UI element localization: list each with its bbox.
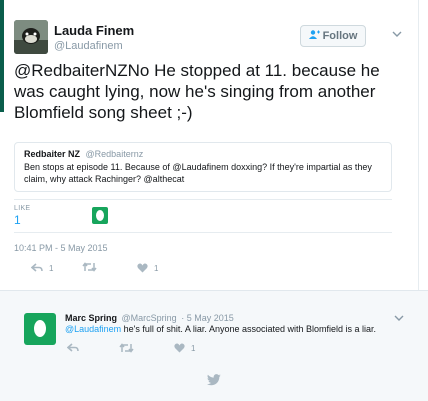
- reply-icon: [67, 343, 79, 352]
- retweet-icon: [82, 262, 97, 272]
- avatar[interactable]: [14, 20, 48, 54]
- egg-icon: [34, 320, 46, 337]
- like-button[interactable]: 1: [174, 343, 195, 353]
- egg-icon: [96, 210, 104, 221]
- reply-header: Marc Spring @MarcSpring · 5 May 2015: [65, 313, 234, 323]
- reply-button[interactable]: 1: [31, 263, 53, 273]
- liker-avatar[interactable]: [92, 207, 108, 224]
- reply-text: @Laudafinem he's full of shit. A liar. A…: [65, 324, 376, 334]
- likes-label: LIKE: [14, 205, 31, 212]
- quoted-handle: @Redbaiternz: [85, 149, 144, 159]
- reply-mention[interactable]: @Laudafinem: [65, 324, 121, 334]
- heart-icon: [137, 263, 148, 273]
- tweet-timestamp[interactable]: 10:41 PM - 5 May 2015: [14, 243, 108, 253]
- reply-handle[interactable]: @MarcSpring: [122, 313, 177, 323]
- divider: [14, 199, 392, 200]
- quoted-tweet-text: Ben stops at episode 11. Because of @Lau…: [24, 162, 372, 184]
- like-count: 1: [154, 263, 159, 273]
- add-user-icon: [308, 30, 320, 42]
- reply-icon: [31, 263, 43, 272]
- likes-count[interactable]: 1: [14, 213, 21, 227]
- divider: [14, 232, 392, 233]
- background-strip: [0, 0, 4, 112]
- heart-icon: [174, 343, 185, 353]
- reply-count: 1: [49, 263, 54, 273]
- quoted-tweet-header: Redbaiter NZ @Redbaiternz: [24, 149, 382, 159]
- reply-display-name[interactable]: Marc Spring: [65, 313, 117, 323]
- reply-avatar[interactable]: [24, 313, 56, 345]
- like-button[interactable]: 1: [137, 263, 158, 273]
- quoted-tweet[interactable]: Redbaiter NZ @Redbaiternz Ben stops at e…: [14, 142, 392, 192]
- chevron-down-icon[interactable]: [394, 313, 404, 325]
- retweet-button[interactable]: [119, 343, 134, 353]
- user-handle[interactable]: @Laudafinem: [54, 40, 123, 52]
- reply-button[interactable]: [67, 343, 79, 353]
- reply-like-count: 1: [191, 343, 196, 353]
- tweet-text: @RedbaiterNZNo He stopped at 11. because…: [14, 61, 380, 122]
- twitter-bird-icon[interactable]: [207, 374, 221, 386]
- display-name[interactable]: Lauda Finem: [54, 23, 134, 38]
- follow-label: Follow: [322, 30, 358, 42]
- quoted-display-name: Redbaiter NZ: [24, 149, 81, 159]
- reply-date[interactable]: · 5 May 2015: [181, 313, 234, 323]
- reply-separator: [0, 290, 428, 304]
- retweet-button[interactable]: [82, 262, 97, 272]
- reply-body: he's full of shit. A liar. Anyone associ…: [121, 324, 377, 334]
- follow-button[interactable]: Follow: [300, 25, 366, 47]
- retweet-icon: [119, 343, 134, 353]
- chevron-down-icon[interactable]: [392, 29, 402, 41]
